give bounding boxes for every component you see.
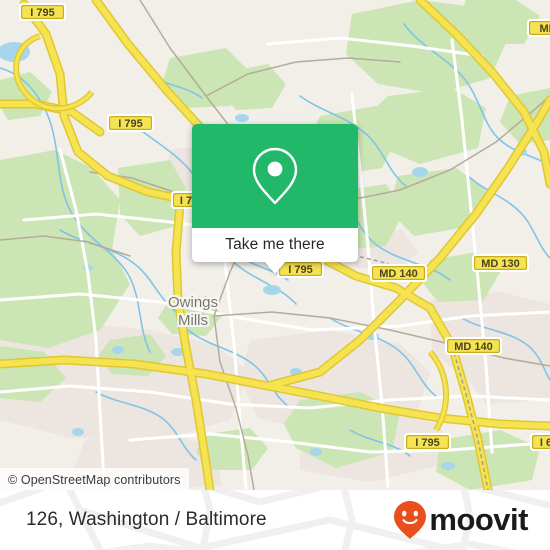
moovit-wordmark: moovit — [429, 501, 528, 537]
take-me-there-card[interactable]: Take me there — [192, 124, 358, 274]
shield-md130: MD 130 — [472, 254, 529, 272]
svg-text:I 6: I 6 — [540, 437, 550, 449]
shield-md-topright: MD — [527, 19, 550, 37]
svg-text:I 795: I 795 — [30, 7, 54, 19]
svg-text:MD 130: MD 130 — [481, 258, 520, 270]
page-title: 126, Washington / Baltimore — [26, 509, 267, 530]
card-pointer-tail — [264, 261, 286, 274]
svg-text:Owings: Owings — [168, 294, 218, 311]
svg-text:MD 140: MD 140 — [454, 341, 493, 353]
svg-text:MD 140: MD 140 — [379, 268, 418, 280]
moovit-logo[interactable]: moovit — [393, 500, 528, 540]
shield-i795-nw: I 795 — [19, 3, 66, 21]
svg-text:I 795: I 795 — [288, 264, 312, 276]
svg-text:I 7: I 7 — [180, 195, 192, 207]
shield-i6-right: I 6 — [530, 433, 550, 451]
shield-md140-lower: MD 140 — [445, 337, 502, 355]
shield-i795-west: I 795 — [107, 114, 154, 132]
map-pin-icon — [252, 147, 298, 205]
svg-text:Mills: Mills — [178, 312, 208, 329]
shield-i795-south: I 795 — [404, 433, 451, 451]
moovit-smiley-pin-icon — [394, 501, 427, 539]
card-action-bar[interactable]: Take me there — [192, 228, 358, 274]
take-me-there-label: Take me there — [225, 236, 325, 253]
shield-md140-upper: MD 140 — [370, 264, 427, 282]
svg-text:I 795: I 795 — [118, 118, 142, 130]
osm-attribution[interactable]: © OpenStreetMap contributors — [0, 468, 189, 490]
svg-text:MD: MD — [539, 23, 550, 35]
footer-bar: 126, Washington / Baltimore moovit — [0, 490, 550, 550]
svg-text:I 795: I 795 — [415, 437, 439, 449]
card-icon-panel — [192, 124, 358, 228]
moovit-station-map-screenshot: Owings Mills I 795 I 795 MD I 7 I 795 MD 140 M… — [0, 0, 550, 550]
map-canvas[interactable]: Owings Mills I 795 I 795 MD I 7 I 795 MD 140 M… — [0, 0, 550, 490]
